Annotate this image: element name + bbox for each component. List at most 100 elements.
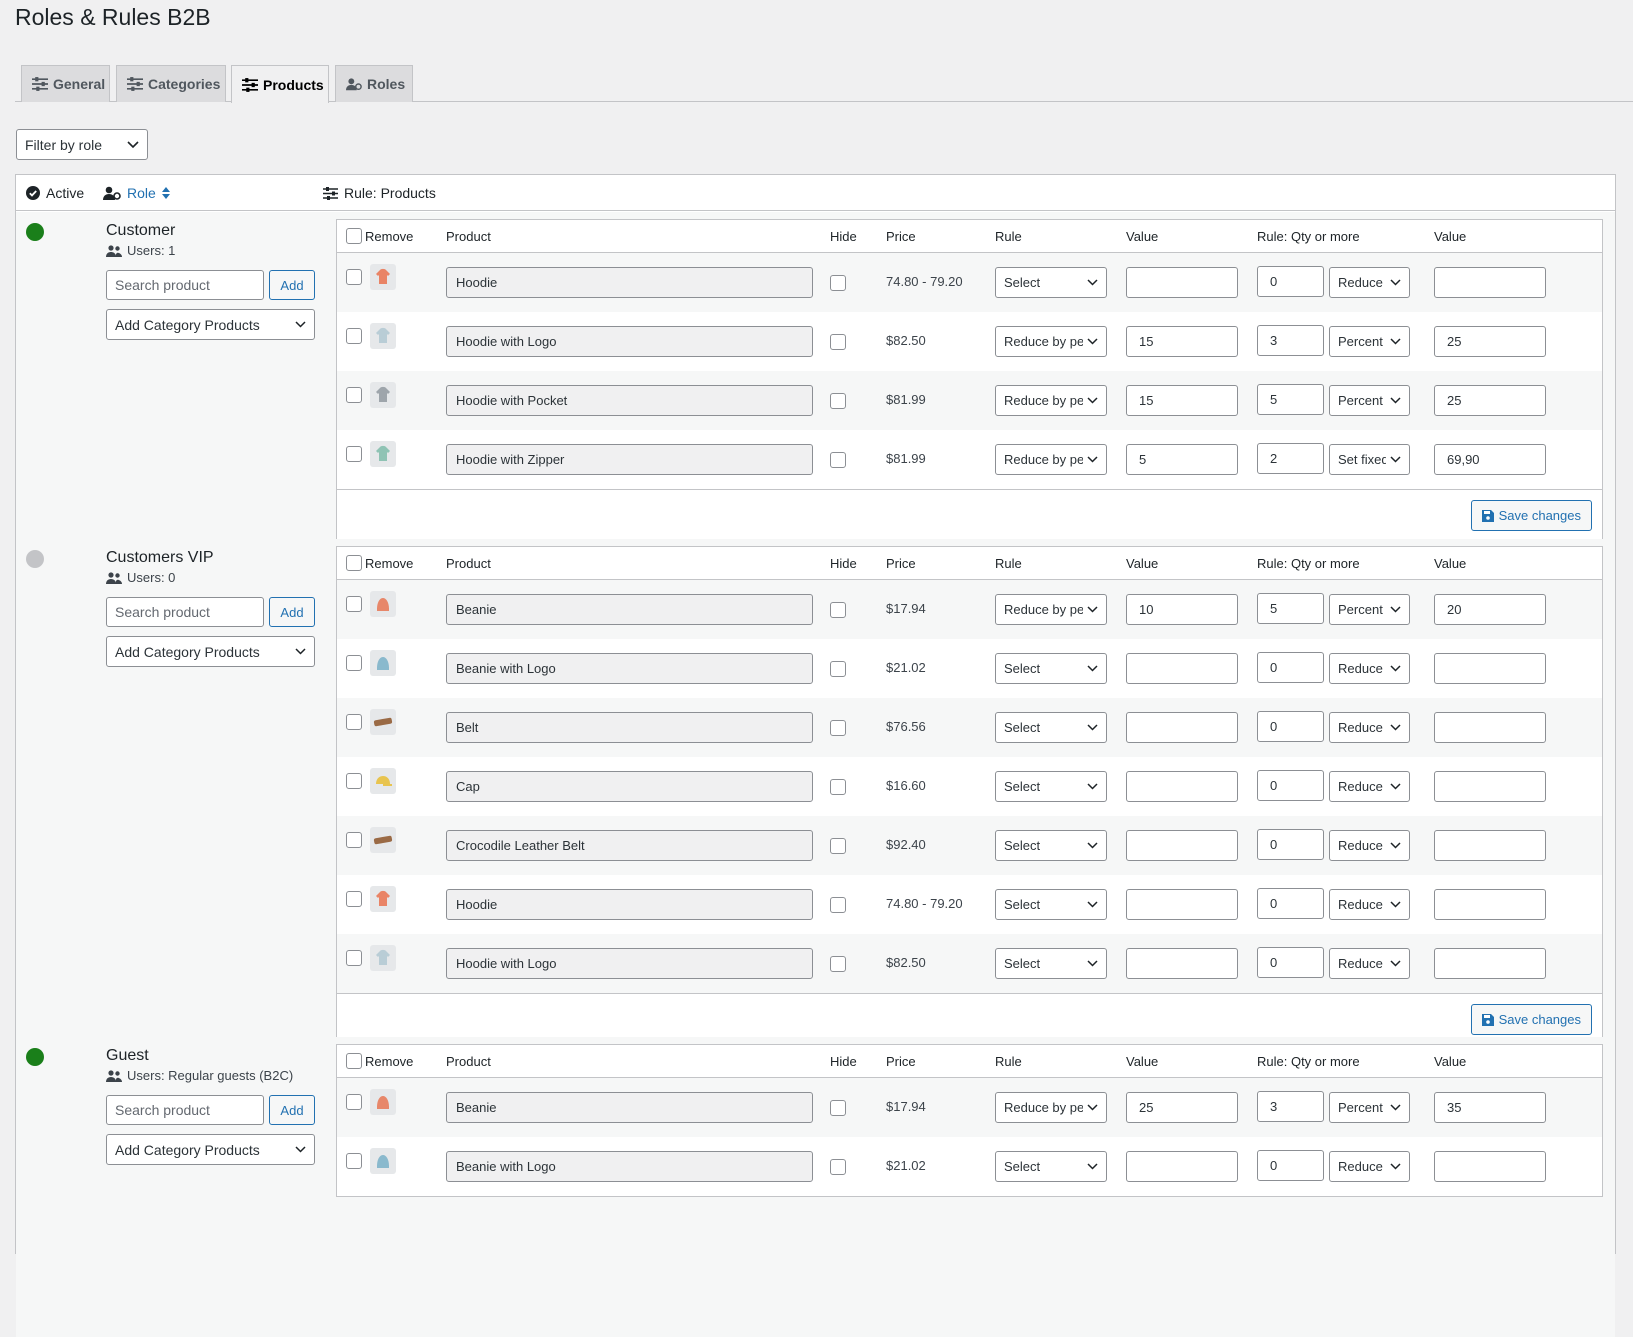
- save-changes-button[interactable]: Save changes: [1470, 500, 1592, 531]
- rule-select[interactable]: Select: [995, 889, 1107, 920]
- qty-input[interactable]: 0: [1257, 770, 1324, 801]
- rule-select[interactable]: Reduce by per: [995, 1092, 1107, 1123]
- hide-checkbox[interactable]: [830, 838, 846, 854]
- rule-select[interactable]: Reduce by per: [995, 594, 1107, 625]
- active-status-dot[interactable]: [26, 223, 44, 241]
- rule-value-input[interactable]: 15: [1126, 385, 1238, 416]
- qty-rule-select[interactable]: Percent (: [1329, 385, 1410, 416]
- qty-rule-value-input[interactable]: [1434, 771, 1546, 802]
- rule-select[interactable]: Select: [995, 948, 1107, 979]
- hide-checkbox[interactable]: [830, 1159, 846, 1175]
- remove-checkbox[interactable]: [346, 328, 362, 344]
- rule-value-input[interactable]: [1126, 1151, 1238, 1182]
- qty-rule-select[interactable]: Set fixed: [1329, 444, 1410, 475]
- qty-rule-select[interactable]: Reduce b: [1329, 771, 1410, 802]
- remove-checkbox[interactable]: [346, 950, 362, 966]
- qty-input[interactable]: 3: [1257, 1091, 1324, 1122]
- remove-checkbox[interactable]: [346, 1153, 362, 1169]
- qty-rule-value-input[interactable]: [1434, 653, 1546, 684]
- remove-checkbox[interactable]: [346, 596, 362, 612]
- add-product-button[interactable]: Add: [269, 270, 315, 300]
- hide-checkbox[interactable]: [830, 779, 846, 795]
- qty-rule-select[interactable]: Reduce b: [1329, 948, 1410, 979]
- rule-select[interactable]: Reduce by per: [995, 326, 1107, 357]
- role-sort-header[interactable]: Role: [103, 185, 170, 201]
- search-product-input[interactable]: Search product: [106, 270, 264, 300]
- qty-rule-value-input[interactable]: [1434, 830, 1546, 861]
- save-changes-button[interactable]: Save changes: [1470, 1004, 1592, 1035]
- rule-value-input[interactable]: 10: [1126, 594, 1238, 625]
- rule-value-input[interactable]: [1126, 889, 1238, 920]
- rule-select[interactable]: Select: [995, 830, 1107, 861]
- rule-value-input[interactable]: [1126, 653, 1238, 684]
- rule-select[interactable]: Select: [995, 712, 1107, 743]
- add-category-products-select[interactable]: Add Category Products: [106, 309, 315, 340]
- rule-select[interactable]: Select: [995, 1151, 1107, 1182]
- remove-checkbox[interactable]: [346, 269, 362, 285]
- qty-input[interactable]: 2: [1257, 443, 1324, 474]
- rule-value-input[interactable]: [1126, 948, 1238, 979]
- add-product-button[interactable]: Add: [269, 597, 315, 627]
- qty-input[interactable]: 0: [1257, 888, 1324, 919]
- qty-rule-value-input[interactable]: 69,90: [1434, 444, 1546, 475]
- hide-checkbox[interactable]: [830, 393, 846, 409]
- qty-input[interactable]: 0: [1257, 652, 1324, 683]
- qty-rule-select[interactable]: Percent (: [1329, 326, 1410, 357]
- rule-select[interactable]: Select: [995, 653, 1107, 684]
- tab-categories[interactable]: Categories: [116, 65, 226, 102]
- rule-select[interactable]: Reduce by per: [995, 385, 1107, 416]
- qty-rule-value-input[interactable]: 35: [1434, 1092, 1546, 1123]
- rule-value-input[interactable]: 5: [1126, 444, 1238, 475]
- qty-rule-value-input[interactable]: 20: [1434, 594, 1546, 625]
- qty-rule-select[interactable]: Reduce b: [1329, 830, 1410, 861]
- hide-checkbox[interactable]: [830, 956, 846, 972]
- qty-input[interactable]: 0: [1257, 711, 1324, 742]
- add-category-products-select[interactable]: Add Category Products: [106, 636, 315, 667]
- active-status-dot[interactable]: [26, 1048, 44, 1066]
- tab-products[interactable]: Products: [231, 65, 329, 103]
- inactive-status-dot[interactable]: [26, 550, 44, 568]
- rule-value-input[interactable]: [1126, 267, 1238, 298]
- qty-input[interactable]: 0: [1257, 266, 1324, 297]
- select-all-checkbox[interactable]: [346, 1053, 362, 1069]
- search-product-input[interactable]: Search product: [106, 1095, 264, 1125]
- qty-rule-value-input[interactable]: [1434, 1151, 1546, 1182]
- qty-rule-select[interactable]: Percent (: [1329, 594, 1410, 625]
- rule-value-input[interactable]: [1126, 771, 1238, 802]
- filter-by-role-select[interactable]: Filter by role: [16, 129, 148, 160]
- qty-rule-select[interactable]: Reduce b: [1329, 712, 1410, 743]
- qty-rule-select[interactable]: Reduce b: [1329, 267, 1410, 298]
- rule-select[interactable]: Reduce by per: [995, 444, 1107, 475]
- qty-input[interactable]: 0: [1257, 829, 1324, 860]
- remove-checkbox[interactable]: [346, 655, 362, 671]
- qty-rule-value-input[interactable]: 25: [1434, 326, 1546, 357]
- rule-value-input[interactable]: [1126, 712, 1238, 743]
- hide-checkbox[interactable]: [830, 602, 846, 618]
- qty-rule-select[interactable]: Reduce b: [1329, 1151, 1410, 1182]
- qty-rule-value-input[interactable]: [1434, 889, 1546, 920]
- tab-general[interactable]: General: [21, 65, 110, 102]
- qty-rule-select[interactable]: Percent (: [1329, 1092, 1410, 1123]
- select-all-checkbox[interactable]: [346, 555, 362, 571]
- hide-checkbox[interactable]: [830, 720, 846, 736]
- rule-value-input[interactable]: 15: [1126, 326, 1238, 357]
- qty-rule-value-input[interactable]: [1434, 712, 1546, 743]
- remove-checkbox[interactable]: [346, 446, 362, 462]
- qty-input[interactable]: 0: [1257, 1150, 1324, 1181]
- qty-rule-value-input[interactable]: [1434, 948, 1546, 979]
- tab-roles[interactable]: Roles: [335, 65, 413, 102]
- add-product-button[interactable]: Add: [269, 1095, 315, 1125]
- rule-value-input[interactable]: 25: [1126, 1092, 1238, 1123]
- remove-checkbox[interactable]: [346, 387, 362, 403]
- qty-input[interactable]: 5: [1257, 384, 1324, 415]
- remove-checkbox[interactable]: [346, 773, 362, 789]
- remove-checkbox[interactable]: [346, 714, 362, 730]
- search-product-input[interactable]: Search product: [106, 597, 264, 627]
- hide-checkbox[interactable]: [830, 275, 846, 291]
- hide-checkbox[interactable]: [830, 897, 846, 913]
- qty-rule-value-input[interactable]: 25: [1434, 385, 1546, 416]
- qty-input[interactable]: 3: [1257, 325, 1324, 356]
- hide-checkbox[interactable]: [830, 1100, 846, 1116]
- rule-select[interactable]: Select: [995, 771, 1107, 802]
- qty-input[interactable]: 0: [1257, 947, 1324, 978]
